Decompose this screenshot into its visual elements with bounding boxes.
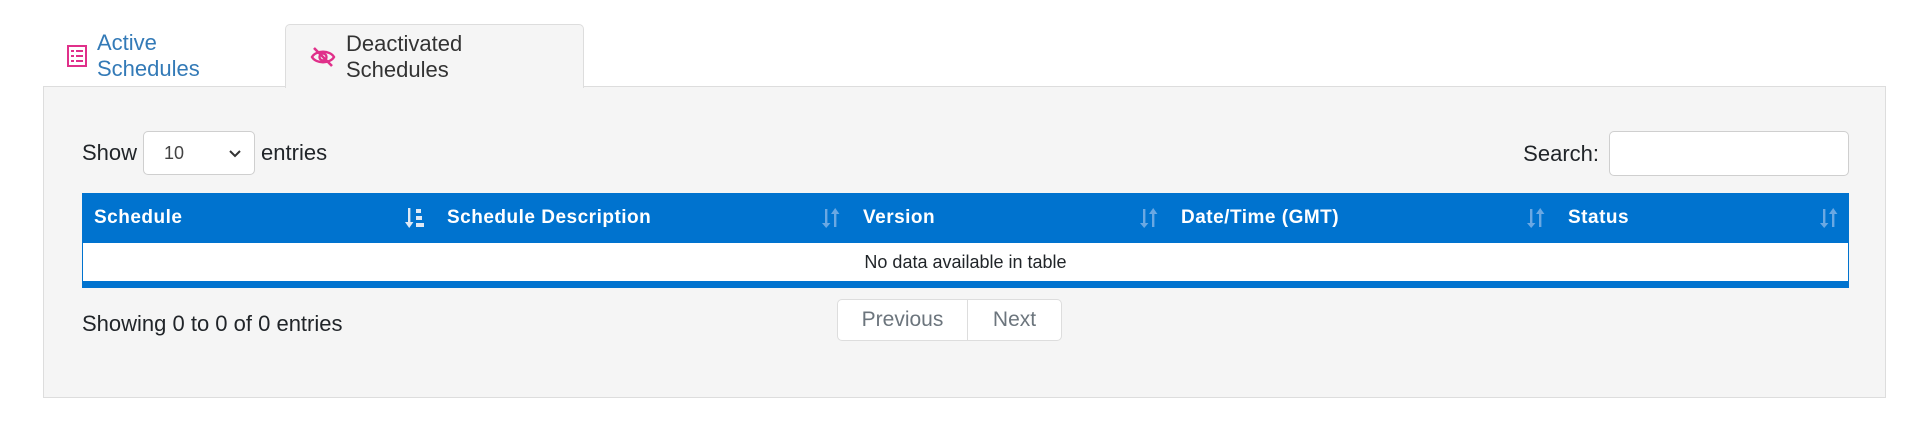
eye-slash-icon [310,46,336,68]
column-header-label: Date/Time (GMT) [1181,207,1340,228]
list-icon [67,44,87,67]
column-header-version[interactable]: Version [851,193,1169,243]
table-footer-bar [82,281,1849,288]
show-label: Show [82,140,138,165]
column-header-schedule[interactable]: Schedule [82,193,435,243]
next-button[interactable]: Next [968,300,1061,340]
tab-active-schedules[interactable]: Active Schedules [43,24,285,87]
tab-bar: Active Schedules Deactivated Schedules [43,24,584,88]
chevron-down-icon [228,143,242,164]
column-header-schedule-description[interactable]: Schedule Description [435,193,851,243]
column-header-label: Schedule [94,207,183,228]
entries-label: entries [261,140,328,165]
pagination: Previous Next [837,299,1062,341]
search-control: Search: [1523,131,1849,176]
column-header-label: Status [1568,207,1630,228]
previous-button[interactable]: Previous [838,300,968,340]
length-control: Show 10 entries [82,131,327,175]
sort-icon [1526,207,1546,235]
column-header-label: Version [863,207,936,228]
entries-select[interactable]: 10 [143,131,256,175]
column-header-datetime[interactable]: Date/Time (GMT) [1169,193,1556,243]
sort-icon [1139,207,1159,235]
schedules-table: Schedule Schedule Description Version Da… [82,193,1849,288]
table-header: Schedule Schedule Description Version Da… [82,193,1849,243]
tab-deactivated-schedules-label: Deactivated Schedules [346,30,463,82]
empty-table-message: No data available in table [864,251,1067,272]
tab-deactivated-schedules[interactable]: Deactivated Schedules [285,24,584,88]
sort-desc-icon [405,207,425,235]
entries-select-value: 10 [164,142,185,163]
sort-icon [821,207,841,235]
tab-active-schedules-label: Active Schedules [97,29,200,81]
search-label: Search: [1523,140,1599,166]
table-info: Showing 0 to 0 of 0 entries [82,311,343,336]
search-input[interactable] [1609,131,1849,176]
sort-icon [1819,207,1839,235]
column-header-status[interactable]: Status [1556,193,1849,243]
empty-table-row: No data available in table [82,243,1849,281]
column-header-label: Schedule Description [447,207,652,228]
